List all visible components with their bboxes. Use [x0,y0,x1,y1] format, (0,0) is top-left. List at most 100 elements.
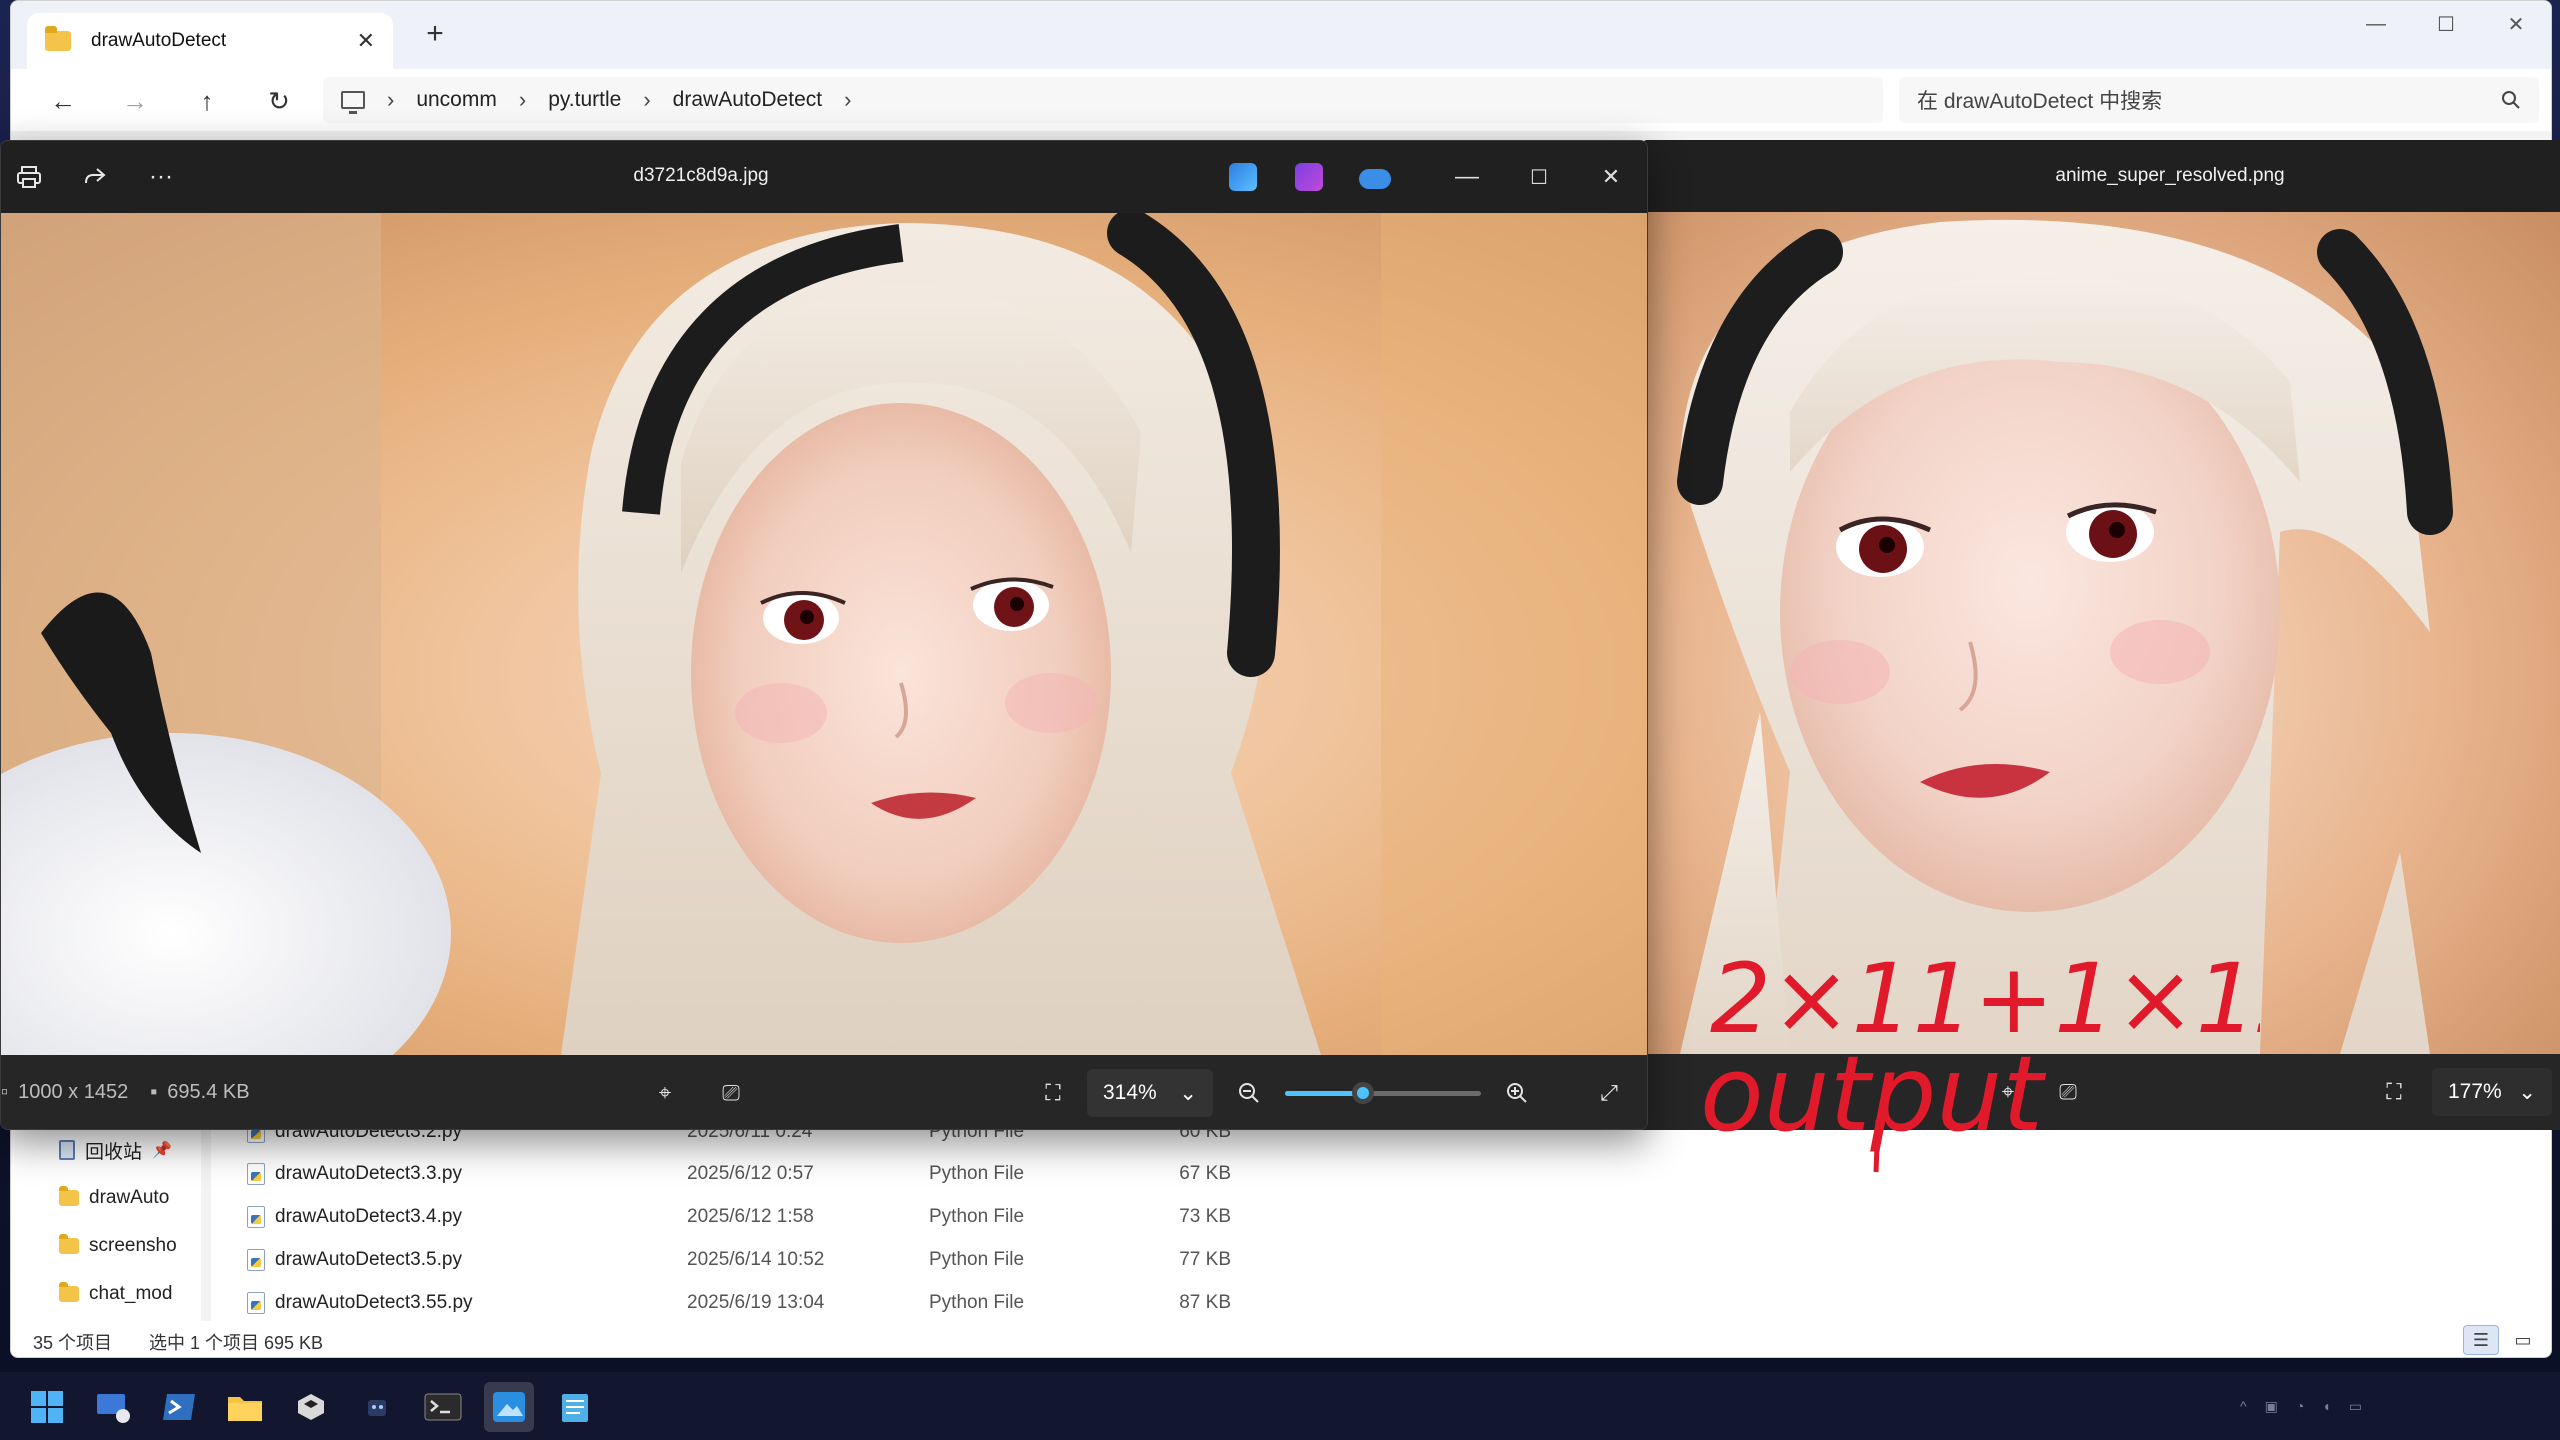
search-placeholder: 在 drawAutoDetect 中搜索 [1917,90,2163,113]
file-size-icon: ▪ [150,1081,158,1103]
tray-chevron-up-icon[interactable]: ^ [2240,1398,2247,1414]
image-filename: anime_super_resolved.png [2055,165,2285,186]
taskbar: ^ ▣ ◔ ◖ ▭ [0,1372,2560,1440]
chevron-down-icon: ⌄ [2518,1080,2536,1104]
minimize-button[interactable]: — [2341,1,2411,47]
zoom-dropdown[interactable]: 177% ⌄ [2432,1068,2552,1116]
tray-input-icon[interactable]: ▣ [2265,1398,2278,1415]
file-size: 73 KB [1179,1206,1231,1227]
search-input[interactable]: 在 drawAutoDetect 中搜索 [1899,77,2539,123]
sidebar-item-recycle-bin[interactable]: 回收站 📌 [59,1135,172,1165]
pc-manager-icon[interactable] [88,1382,138,1432]
tray-battery-icon[interactable]: ▭ [2349,1398,2362,1415]
forward-button[interactable]: → [113,79,157,123]
file-name: drawAutoDetect3.3.py [275,1163,462,1184]
clipchamp-icon[interactable] [1295,163,1323,191]
file-explorer-icon[interactable] [220,1382,270,1432]
file-date: 2025/6/12 0:57 [687,1163,814,1184]
chevron-right-icon[interactable]: › [519,87,526,113]
app-icon-2[interactable] [352,1382,402,1432]
details-view-button[interactable]: ☰ [2463,1325,2499,1355]
sidebar-item-label: screensho [89,1235,177,1256]
edit-icon[interactable] [1229,163,1257,191]
fit-to-window-icon[interactable]: ⛶ [1033,1073,1073,1113]
back-button[interactable]: ← [41,79,85,123]
start-icon[interactable] [22,1382,72,1432]
photos-window-original: ··· d3721c8d9a.jpg — ☐ ✕ ▫ 1000 x 1452 ▪… [0,140,1648,1130]
search-icon [2502,91,2520,109]
maximize-button[interactable]: ☐ [1519,159,1559,195]
image-dimensions: 1000 x 1452 [18,1081,129,1103]
zoom-slider[interactable] [1285,1082,1481,1104]
original-image [1,213,1647,1055]
sidebar-item-label: drawAuto [89,1187,170,1208]
status-bar: 35 个项目 选中 1 个项目 695 KB ☰ ▭ [11,1321,2551,1357]
navigation-pane: 回收站 📌 drawAuto screensho chat_mod [11,1121,201,1321]
table-row[interactable]: drawAutoDetect3.3.py 2025/6/12 0:57 Pyth… [211,1155,1411,1195]
terminal-icon[interactable] [418,1382,468,1432]
tray-volume-icon[interactable]: ◖ [2322,1398,2330,1414]
zoom-slider-thumb[interactable] [1352,1082,1375,1104]
photos-bottom-bar: ▫ 1000 x 1452 ▪ 695.4 KB ⌖ ⎚ ⛶ 314% ⌄ ⤢ [1,1055,1647,1129]
onedrive-icon[interactable] [1359,169,1391,189]
refresh-button[interactable]: ↻ [257,79,301,123]
breadcrumb-item[interactable]: drawAutoDetect [673,88,822,112]
photos-titlebar: anime_super_resolved.png [1640,140,2560,212]
table-row[interactable]: drawAutoDetect3.5.py 2025/6/14 10:52 Pyt… [211,1241,1411,1281]
breadcrumb-item[interactable]: uncomm [416,88,497,112]
tab-close-icon[interactable]: ✕ [357,28,375,54]
up-button[interactable]: ↑ [185,79,229,123]
image-filename: d3721c8d9a.jpg [633,165,769,186]
app-icon[interactable] [286,1382,336,1432]
zoom-in-icon[interactable] [1497,1073,1537,1113]
close-button[interactable]: ✕ [2481,1,2551,47]
close-button[interactable]: ✕ [1591,159,1631,195]
table-row[interactable]: drawAutoDetect3.4.py 2025/6/12 1:58 Pyth… [211,1198,1411,1238]
file-type: Python File [929,1249,1025,1270]
address-bar[interactable]: › uncomm › py.turtle › drawAutoDetect › [323,77,1883,123]
new-tab-button[interactable]: + [415,17,455,51]
chevron-right-icon[interactable]: › [387,87,394,113]
item-count: 35 个项目 [33,1333,113,1353]
file-type: Python File [929,1163,1025,1184]
visual-search-icon[interactable]: ⌖ [645,1073,685,1113]
file-date: 2025/6/12 1:58 [687,1206,814,1227]
photos-titlebar: ··· d3721c8d9a.jpg — ☐ ✕ [1,141,1647,213]
file-name: drawAutoDetect3.5.py [275,1249,462,1270]
zoom-value: 314% [1103,1081,1157,1104]
fit-to-window-icon[interactable]: ⛶ [2374,1072,2414,1112]
maximize-button[interactable]: ☐ [2411,1,2481,47]
file-date: 2025/6/14 10:52 [687,1249,825,1270]
tray-network-icon[interactable]: ◔ [2296,1398,2304,1414]
sidebar-item-folder[interactable]: drawAuto [59,1183,169,1213]
zoom-dropdown[interactable]: 314% ⌄ [1087,1069,1213,1117]
chevron-right-icon[interactable]: › [643,87,650,113]
fullscreen-icon[interactable]: ⤢ [1589,1073,1629,1113]
sidebar-item-label: chat_mod [89,1283,173,1304]
sidebar-item-folder[interactable]: chat_mod [59,1279,172,1309]
explorer-toolbar: ← → ↑ ↻ › uncomm › py.turtle › drawAutoD… [11,69,2551,131]
sidebar-item-folder[interactable]: screensho [59,1231,177,1261]
text-scan-icon[interactable]: ⎚ [711,1073,751,1113]
system-tray[interactable]: ^ ▣ ◔ ◖ ▭ [2240,1382,2540,1430]
folder-icon [59,1282,79,1302]
handwritten-annotation: 2×11+1×12 output [1700,943,2260,1173]
selection-info: 选中 1 个项目 695 KB [149,1333,324,1353]
photos-icon[interactable] [484,1382,534,1432]
minimize-button[interactable]: — [1447,159,1487,195]
chevron-right-icon[interactable]: › [844,87,851,113]
image-filesize: 695.4 KB [167,1081,250,1103]
zoom-out-icon[interactable] [1229,1073,1269,1113]
tiles-view-button[interactable]: ▭ [2505,1325,2541,1355]
window-controls: — ☐ ✕ [2341,1,2551,49]
breadcrumb-item[interactable]: py.turtle [548,88,621,112]
table-row[interactable]: drawAutoDetect3.55.py 2025/6/19 13:04 Py… [211,1284,1411,1324]
file-size: 67 KB [1179,1163,1231,1184]
python-file-icon [247,1249,265,1271]
explorer-tab[interactable]: drawAutoDetect ✕ [27,13,393,69]
portrait-illustration [1677,219,2453,1054]
notepad-icon[interactable] [550,1382,600,1432]
pin-icon: 📌 [152,1142,172,1159]
powershell-icon[interactable] [154,1382,204,1432]
explorer-titlebar: drawAutoDetect ✕ + — ☐ ✕ [11,1,2551,69]
